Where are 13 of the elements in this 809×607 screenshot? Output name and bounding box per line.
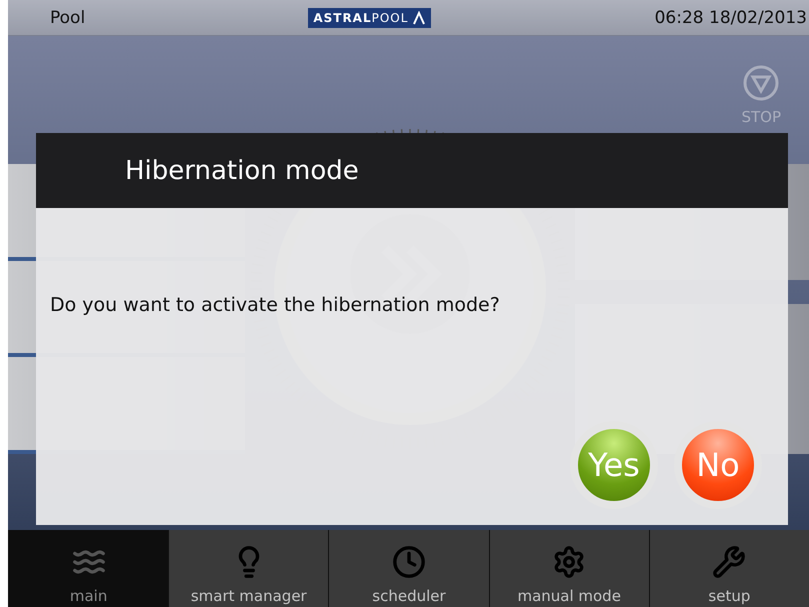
brand-logo: ASTRALPOOL [308, 8, 432, 28]
date-time: 06:28 18/02/2013 [654, 8, 808, 28]
nav-tab[interactable]: manual mode [488, 530, 649, 607]
screen-title: Pool [50, 8, 86, 28]
dialog-title: Hibernation mode [125, 156, 359, 186]
nav-tab[interactable]: setup [648, 530, 809, 607]
nav-tab[interactable]: scheduler [328, 530, 489, 607]
wrench-icon [712, 545, 746, 579]
gear-icon [552, 545, 586, 579]
clock-icon [392, 545, 426, 579]
nav-tab[interactable]: main [8, 530, 168, 607]
nav-tab[interactable]: smart manager [168, 530, 328, 607]
dialog-message: Do you want to activate the hibernation mode? [50, 294, 500, 316]
